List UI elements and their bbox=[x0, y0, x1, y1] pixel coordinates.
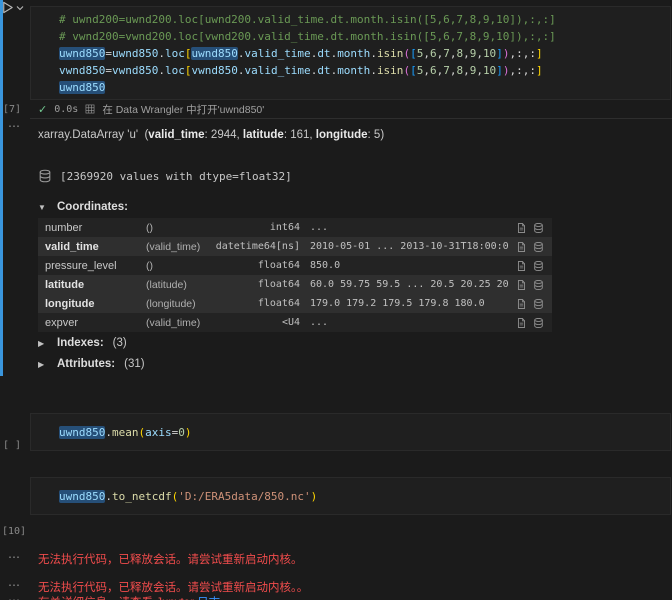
code-line: vwnd850=vwnd850.loc[vwnd850.valid_time.d… bbox=[59, 62, 670, 79]
coordinates-label: Coordinates: bbox=[57, 201, 128, 213]
coord-values: 850.0 bbox=[300, 260, 508, 271]
coord-actions[interactable] bbox=[508, 298, 552, 310]
table-row: valid_time (valid_time) datetime64[ns] 2… bbox=[38, 237, 552, 256]
table-row: pressure_level () float64 850.0 bbox=[38, 256, 552, 275]
table-row: longitude (longitude) float64 179.0 179.… bbox=[38, 294, 552, 313]
indexes-count: (3) bbox=[113, 337, 127, 349]
data-wrangler-link[interactable]: 在 Data Wrangler 中打开'uwnd850' bbox=[102, 102, 264, 117]
coord-dims: (longitude) bbox=[146, 298, 214, 310]
coordinates-section-header: ▼ Coordinates: bbox=[38, 201, 128, 213]
output-overflow-icon[interactable]: ⋯ bbox=[8, 121, 20, 131]
coord-dims: (valid_time) bbox=[146, 317, 214, 329]
table-row: number () int64 ... bbox=[38, 218, 552, 237]
coord-dtype: float64 bbox=[214, 298, 300, 309]
table-row: expver (valid_time) <U4 ... bbox=[38, 313, 552, 332]
chevron-down-icon[interactable] bbox=[16, 0, 24, 12]
file-text-icon[interactable] bbox=[516, 260, 527, 272]
execution-count-1: [7] bbox=[3, 104, 21, 115]
triangle-down-icon[interactable]: ▼ bbox=[38, 203, 48, 212]
execution-duration: 0.0s bbox=[54, 104, 78, 115]
data-wrangler-icon bbox=[85, 104, 95, 114]
database-icon[interactable] bbox=[38, 169, 52, 183]
output-overflow-icon[interactable]: ⋯ bbox=[8, 595, 20, 600]
code-line: # uwnd200=uwnd200.loc[uwnd200.valid_time… bbox=[59, 11, 670, 28]
table-row: latitude (latitude) float64 60.0 59.75 5… bbox=[38, 275, 552, 294]
notebook-view: [7] ⋯ [ ] [10] ⋯ ⋯ ⋯ # uwnd200=uwnd200.l… bbox=[0, 0, 672, 600]
file-text-icon[interactable] bbox=[516, 222, 527, 234]
code-line: uwnd850=uwnd850.loc[uwnd850.valid_time.d… bbox=[59, 45, 670, 62]
coord-dtype: int64 bbox=[214, 222, 300, 233]
xarray-values-line: [2369920 values with dtype=float32] bbox=[38, 169, 292, 183]
database-icon[interactable] bbox=[533, 260, 544, 272]
coord-dtype: float64 bbox=[214, 260, 300, 271]
database-icon[interactable] bbox=[533, 241, 544, 253]
coord-actions[interactable] bbox=[508, 222, 552, 234]
error-message-1: 无法执行代码，已释放会话。请尝试重新启动内核。 bbox=[38, 551, 303, 567]
file-text-icon[interactable] bbox=[516, 298, 527, 310]
run-cell-button[interactable] bbox=[0, 0, 24, 15]
attributes-label: Attributes: bbox=[57, 358, 115, 370]
code-line: # vwnd200=vwnd200.loc[vwnd200.valid_time… bbox=[59, 28, 670, 45]
active-cell-indicator bbox=[0, 0, 3, 376]
database-icon[interactable] bbox=[533, 317, 544, 329]
indexes-section-header: ▶ Indexes: (3) bbox=[38, 337, 127, 349]
coord-actions[interactable] bbox=[508, 279, 552, 291]
coord-dtype: datetime64[ns] bbox=[214, 241, 300, 252]
indexes-label: Indexes: bbox=[57, 337, 104, 349]
code-line: uwnd850.mean(axis=0) bbox=[59, 424, 670, 441]
coord-values: 2010-05-01 ... 2013-10-31T18:00:00 bbox=[300, 241, 508, 252]
code-line: uwnd850 bbox=[59, 79, 670, 96]
coord-name: valid_time bbox=[38, 241, 146, 253]
play-icon bbox=[0, 0, 15, 15]
coord-dims: () bbox=[146, 222, 214, 234]
coord-actions[interactable] bbox=[508, 241, 552, 253]
file-text-icon[interactable] bbox=[516, 317, 527, 329]
coord-name: number bbox=[38, 222, 146, 234]
coord-name: latitude bbox=[38, 279, 146, 291]
file-text-icon[interactable] bbox=[516, 241, 527, 253]
code-cell-1[interactable]: # uwnd200=uwnd200.loc[uwnd200.valid_time… bbox=[30, 6, 671, 100]
coord-values: 60.0 59.75 59.5 ... 20.5 20.25 20.0 bbox=[300, 279, 508, 290]
values-preview: [2369920 values with dtype=float32] bbox=[60, 170, 292, 183]
file-text-icon[interactable] bbox=[516, 279, 527, 291]
cell-status-bar: ✓ 0.0s 在 Data Wrangler 中打开'uwnd850' bbox=[30, 100, 672, 119]
error-message-3: 有关详细信息，请查看 Jupyter 日志。 bbox=[38, 594, 232, 600]
attributes-count: (31) bbox=[124, 358, 144, 370]
coord-values: ... bbox=[300, 317, 508, 328]
coord-name: pressure_level bbox=[38, 260, 146, 272]
error-message-2: 无法执行代码，已释放会话。请尝试重新启动内核。。 bbox=[38, 579, 308, 595]
triangle-right-icon[interactable]: ▶ bbox=[38, 339, 48, 348]
output-overflow-icon[interactable]: ⋯ bbox=[8, 580, 20, 590]
triangle-right-icon[interactable]: ▶ bbox=[38, 360, 48, 369]
coordinates-table: number () int64 ... valid_time (valid_ti… bbox=[38, 218, 552, 332]
coord-name: longitude bbox=[38, 298, 146, 310]
coord-dtype: float64 bbox=[214, 279, 300, 290]
database-icon[interactable] bbox=[533, 222, 544, 234]
coord-dims: (valid_time) bbox=[146, 241, 214, 253]
coord-name: expver bbox=[38, 317, 146, 329]
coord-dtype: <U4 bbox=[214, 317, 300, 328]
database-icon[interactable] bbox=[533, 279, 544, 291]
execution-count-2: [ ] bbox=[3, 440, 21, 451]
coord-dims: () bbox=[146, 260, 214, 272]
code-cell-2[interactable]: uwnd850.mean(axis=0) bbox=[30, 413, 671, 451]
coord-actions[interactable] bbox=[508, 260, 552, 272]
code-line: uwnd850.to_netcdf('D:/ERA5data/850.nc') bbox=[59, 488, 670, 505]
coord-actions[interactable] bbox=[508, 317, 552, 329]
code-cell-3[interactable]: uwnd850.to_netcdf('D:/ERA5data/850.nc') bbox=[30, 477, 671, 515]
output-overflow-icon[interactable]: ⋯ bbox=[8, 552, 20, 562]
coord-dims: (latitude) bbox=[146, 279, 214, 291]
coord-values: ... bbox=[300, 222, 508, 233]
coord-values: 179.0 179.2 179.5 179.8 180.0 bbox=[300, 298, 508, 309]
execution-count-3: [10] bbox=[2, 526, 26, 537]
xarray-header: xarray.DataArray 'u' (valid_time: 2944, … bbox=[38, 129, 384, 141]
database-icon[interactable] bbox=[533, 298, 544, 310]
success-check-icon: ✓ bbox=[38, 103, 47, 116]
attributes-section-header: ▶ Attributes: (31) bbox=[38, 358, 145, 370]
